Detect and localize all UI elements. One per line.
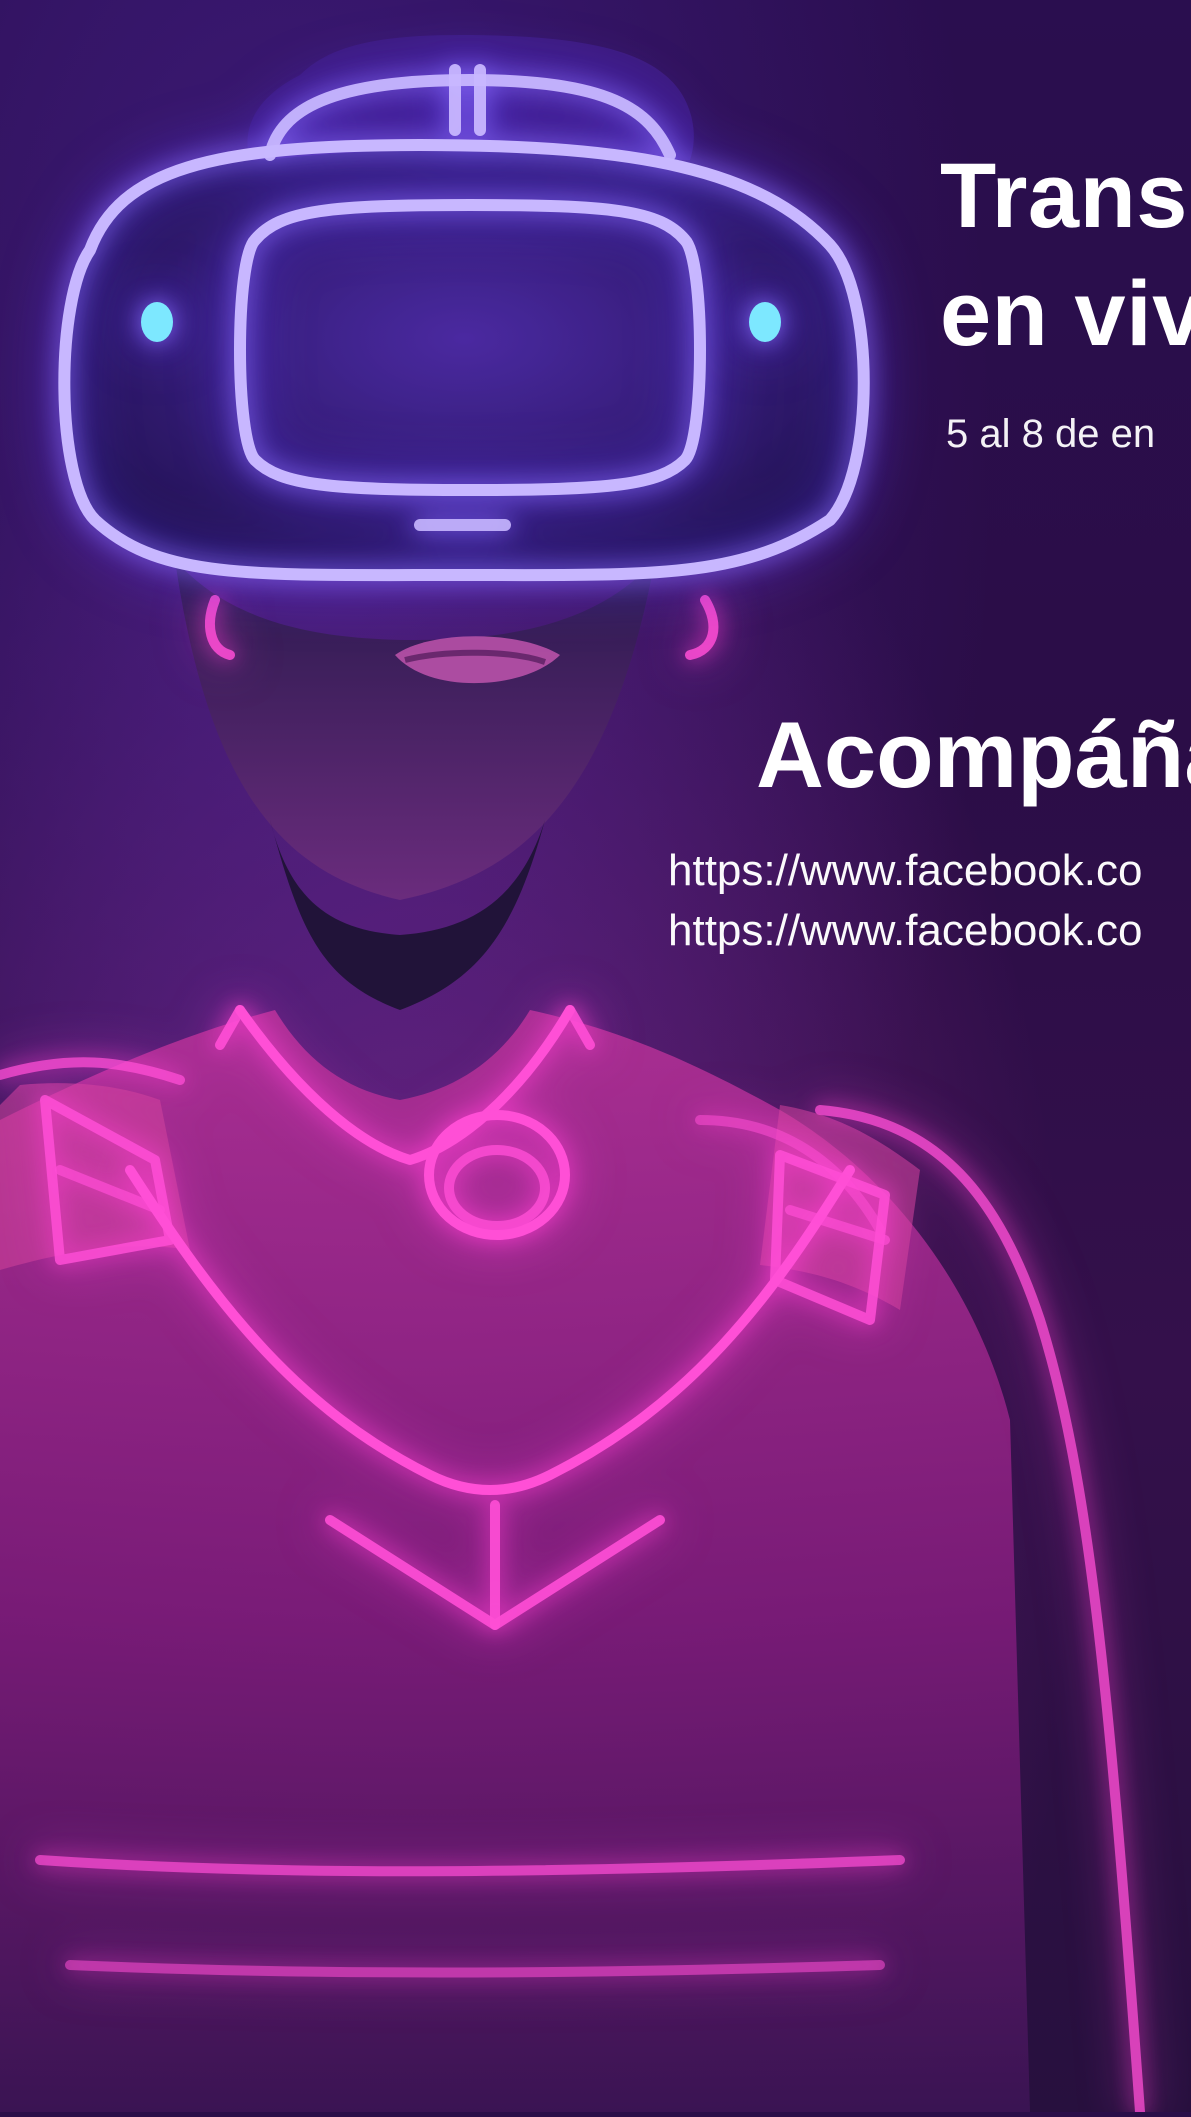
facebook-link-2[interactable]: https://www.facebook.co	[668, 906, 1142, 956]
event-dates: 5 al 8 de en	[946, 412, 1156, 456]
facebook-link-1[interactable]: https://www.facebook.co	[668, 846, 1142, 896]
title-line-2: en viv	[940, 263, 1191, 365]
title-line-1: Transr	[940, 145, 1191, 247]
call-to-action: Acompáña	[756, 702, 1191, 807]
